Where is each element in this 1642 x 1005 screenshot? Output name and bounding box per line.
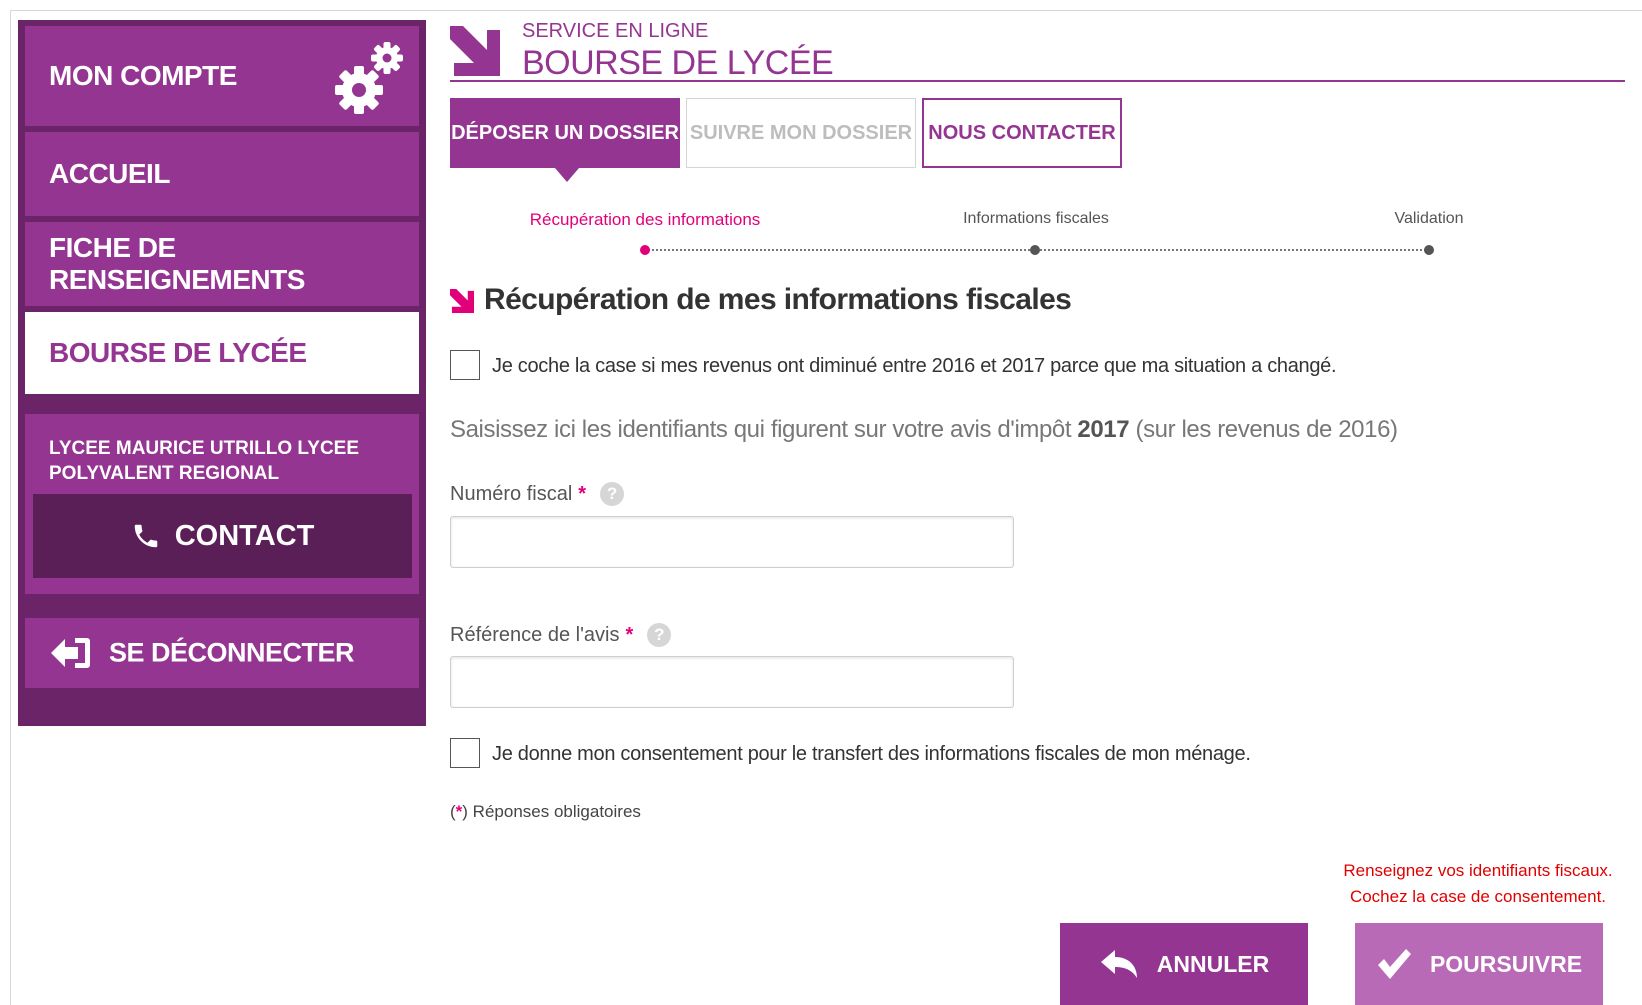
step-label-validation: Validation xyxy=(1394,210,1464,227)
help-icon[interactable]: ? xyxy=(647,623,672,647)
contact-button[interactable]: CONTACT xyxy=(33,494,412,578)
header-subtitle: SERVICE EN LIGNE xyxy=(522,20,709,42)
revenus-checkbox-label: Je coche la case si mes revenus ont dimi… xyxy=(492,355,1337,377)
tab-deposer-dossier[interactable]: DÉPOSER UN DOSSIER xyxy=(450,98,680,182)
error-consentement: Cochez la case de consentement. xyxy=(1349,887,1607,906)
sidebar-item-label: MON COMPTE xyxy=(49,60,237,91)
annuler-label: ANNULER xyxy=(1156,950,1270,977)
logout-icon xyxy=(51,638,90,668)
intro-text: Saisissez ici les identifiants qui figur… xyxy=(450,416,1398,444)
tab-nous-contacter[interactable]: NOUS CONTACTER xyxy=(922,98,1122,168)
contact-label: CONTACT xyxy=(174,519,315,552)
header-divider xyxy=(450,80,1625,82)
sidebar-item-bourse-lycee[interactable]: BOURSE DE LYCÉE xyxy=(25,312,419,394)
sidebar-school-panel: LYCEE MAURICE UTRILLO LYCEE POLYVALENT R… xyxy=(25,414,419,594)
step-label-recuperation: Récupération des informations xyxy=(529,210,761,229)
sidebar-item-label: ACCUEIL xyxy=(49,158,170,189)
mandatory-note: (*) Réponses obligatoires xyxy=(450,802,641,822)
sidebar-item-label: SE DÉCONNECTER xyxy=(109,637,355,668)
required-asterisk: * xyxy=(578,482,587,505)
section-title: Récupération de mes informations fiscale… xyxy=(484,283,1072,316)
brand-arrow-icon xyxy=(450,26,500,76)
undo-arrow-icon xyxy=(1100,950,1137,978)
section-arrow-icon xyxy=(450,289,474,313)
logout-button[interactable]: SE DÉCONNECTER xyxy=(25,618,419,688)
sidebar-item-label: BOURSE DE LYCÉE xyxy=(49,337,307,368)
reference-avis-label-text: Référence de l'avis xyxy=(450,623,620,646)
error-messages: Renseignez vos identifiants fiscaux. Coc… xyxy=(1340,858,1616,910)
consent-checkbox[interactable] xyxy=(450,738,480,768)
numero-fiscal-label-text: Numéro fiscal xyxy=(450,482,573,505)
intro-year: 2017 xyxy=(1077,416,1130,443)
intro-text-end: (sur les revenus de 2016) xyxy=(1129,416,1398,443)
annuler-button[interactable]: ANNULER xyxy=(1060,923,1308,1005)
error-identifiants: Renseignez vos identifiants fiscaux. xyxy=(1343,861,1613,880)
help-icon[interactable]: ? xyxy=(600,482,625,506)
consent-checkbox-label: Je donne mon consentement pour le transf… xyxy=(492,743,1251,765)
step-label-informations-fiscales: Informations fiscales xyxy=(963,210,1109,227)
step-dot-recuperation xyxy=(640,245,650,255)
phone-icon xyxy=(134,524,157,548)
sidebar-item-label: FICHE DE RENSEIGNEMENTS xyxy=(49,232,305,295)
reference-avis-input[interactable] xyxy=(450,656,1014,708)
mandatory-text: ) Réponses obligatoires xyxy=(462,802,641,821)
tab-suivre-dossier[interactable]: SUIVRE MON DOSSIER xyxy=(686,98,916,168)
required-asterisk: * xyxy=(625,623,634,646)
revenus-checkbox[interactable] xyxy=(450,350,480,380)
numero-fiscal-label: Numéro fiscal * ? xyxy=(450,482,625,506)
school-name: LYCEE MAURICE UTRILLO LYCEE POLYVALENT R… xyxy=(49,438,360,484)
step-dot-informations-fiscales xyxy=(1030,245,1040,255)
poursuivre-button[interactable]: POURSUIVRE xyxy=(1355,923,1603,1005)
page-title: BOURSE DE LYCÉE xyxy=(522,44,834,82)
sidebar-item-accueil[interactable]: ACCUEIL xyxy=(25,132,419,216)
sidebar-item-fiche-renseignements[interactable]: FICHE DE RENSEIGNEMENTS xyxy=(25,222,419,306)
step-dot-validation xyxy=(1424,245,1434,255)
check-icon xyxy=(1377,949,1411,979)
sidebar-item-mon-compte[interactable]: MON COMPTE xyxy=(25,26,419,126)
reference-avis-label: Référence de l'avis * ? xyxy=(450,623,672,647)
gears-icon xyxy=(335,42,403,114)
poursuivre-label: POURSUIVRE xyxy=(1429,950,1583,977)
numero-fiscal-input[interactable] xyxy=(450,516,1014,568)
sidebar: MON COMPTE ACCUEIL FICHE DE RENSEIGNEMEN… xyxy=(18,20,426,726)
intro-text-start: Saisissez ici les identifiants qui figur… xyxy=(450,416,1078,443)
